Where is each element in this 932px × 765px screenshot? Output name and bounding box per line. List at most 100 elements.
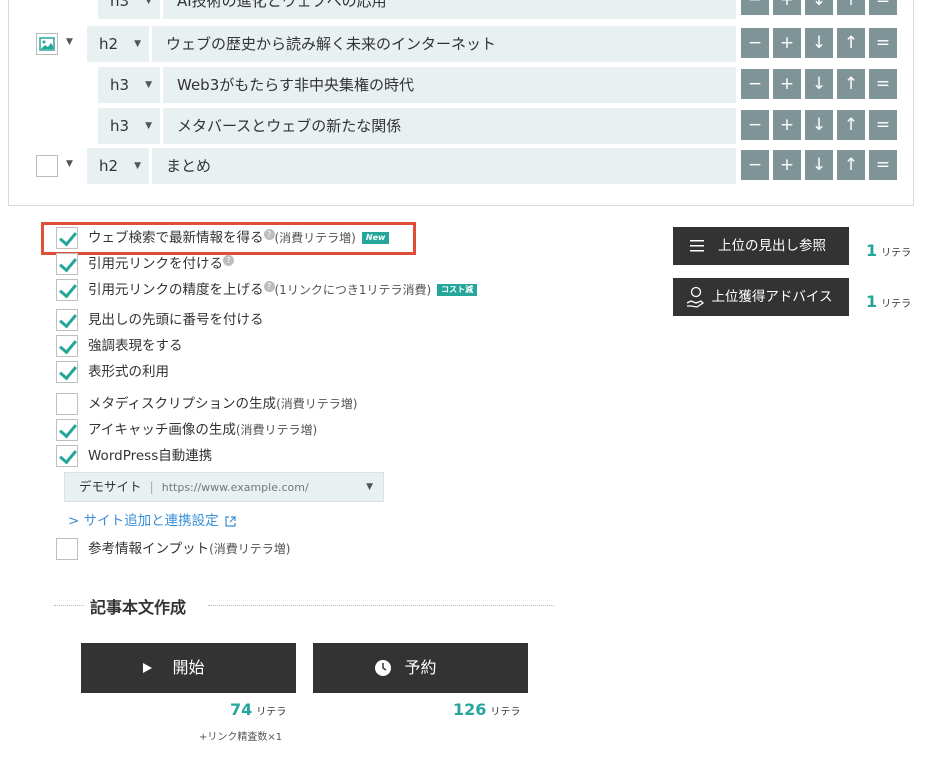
outline-row: ▼ h2 ▼ まとめ − + ↓ ↑ = [0, 148, 932, 184]
add-button[interactable]: + [773, 0, 801, 15]
checkbox[interactable] [56, 419, 78, 441]
option-label: 参考情報インプット(消費リテラ増) [88, 538, 290, 560]
cost-number: 74 [230, 700, 253, 719]
move-up-button[interactable]: ↑ [837, 69, 865, 99]
option-text: 引用元リンクを付ける [88, 256, 223, 272]
checkbox[interactable] [56, 361, 78, 383]
site-name: デモサイト [79, 479, 142, 494]
remove-button[interactable]: − [741, 110, 769, 140]
checkbox[interactable] [56, 393, 78, 415]
drag-handle-button[interactable]: = [869, 28, 897, 58]
drag-handle-button[interactable]: = [869, 0, 897, 15]
remove-button[interactable]: − [741, 150, 769, 180]
external-link-icon [225, 515, 236, 527]
option-note: (1リンクにつき1リテラ消費) [274, 283, 432, 297]
option-label: 表形式の利用 [88, 364, 169, 380]
image-toggle[interactable] [36, 33, 58, 55]
outline-row: h3 ▼ AI技術の進化とウェブへの応用 − + ↓ ↑ = [0, 0, 932, 19]
help-icon[interactable]: ? [263, 229, 275, 240]
move-up-button[interactable]: ↑ [837, 28, 865, 58]
level-label: h3 [110, 76, 130, 94]
level-select[interactable]: h2 ▼ [87, 148, 149, 184]
chevron-down-icon[interactable]: ▼ [66, 37, 73, 47]
move-up-button[interactable]: ↑ [837, 0, 865, 15]
section-title: 記事本文作成 [86, 594, 191, 618]
clock-icon [375, 660, 391, 676]
remove-button[interactable]: − [741, 69, 769, 99]
cost-unit: リテラ [490, 707, 521, 718]
hand-coin-icon [686, 286, 705, 308]
checkbox[interactable] [56, 253, 78, 275]
add-button[interactable]: + [773, 28, 801, 58]
level-select[interactable]: h3 ▼ [98, 0, 160, 19]
remove-button[interactable]: − [741, 0, 769, 15]
level-label: h3 [110, 117, 130, 135]
ranking-advice-button[interactable]: 上位獲得アドバイス [673, 278, 849, 316]
play-icon [143, 663, 152, 673]
heading-input[interactable]: Web3がもたらす非中央集権の時代 [163, 67, 736, 103]
option-text: 参考情報インプット [88, 541, 210, 557]
heading-input[interactable]: メタバースとウェブの新たな関係 [163, 108, 736, 144]
option-label: 強調表現をする [88, 338, 183, 354]
option-note: (消費リテラ増) [274, 231, 356, 245]
help-icon[interactable]: ? [263, 281, 275, 292]
button-label: 上位の見出し参照 [718, 238, 826, 254]
chevron-down-icon[interactable]: ▼ [66, 159, 73, 169]
checkbox[interactable] [56, 309, 78, 331]
heading-input[interactable]: AI技術の進化とウェブへの応用 [163, 0, 736, 19]
move-down-button[interactable]: ↓ [805, 110, 833, 140]
checkbox[interactable] [56, 538, 78, 560]
button-label: 上位獲得アドバイス [711, 289, 833, 305]
cost-number: 1 [866, 292, 878, 311]
chevron-down-icon: ▼ [145, 0, 152, 6]
section-divider [54, 605, 84, 606]
reserve-button[interactable]: 予約 [313, 643, 528, 693]
start-cost: 74 リテラ [230, 700, 286, 719]
checkbox[interactable] [56, 227, 78, 249]
add-button[interactable]: + [773, 150, 801, 180]
image-toggle[interactable] [36, 155, 58, 177]
option-note: (消費リテラ増) [276, 397, 358, 411]
option-label: ウェブ検索で最新情報を得る? (消費リテラ増) New [88, 227, 390, 249]
section-divider [208, 605, 554, 606]
start-button[interactable]: 開始 [81, 643, 296, 693]
link-text: > サイト追加と連携設定 [68, 513, 219, 529]
move-up-button[interactable]: ↑ [837, 110, 865, 140]
option-note: (消費リテラ増) [209, 542, 291, 556]
drag-handle-button[interactable]: = [869, 69, 897, 99]
move-up-button[interactable]: ↑ [837, 150, 865, 180]
add-button[interactable]: + [773, 110, 801, 140]
level-select[interactable]: h2 ▼ [87, 26, 149, 62]
drag-handle-button[interactable]: = [869, 150, 897, 180]
move-down-button[interactable]: ↓ [805, 150, 833, 180]
option-label: メタディスクリプションの生成(消費リテラ増) [88, 393, 357, 415]
cost-down-badge: コスト減 [437, 284, 478, 296]
move-down-button[interactable]: ↓ [805, 69, 833, 99]
cost-unit: リテラ [881, 299, 912, 310]
site-settings-link[interactable]: > サイト追加と連携設定 [68, 509, 236, 529]
new-badge: New [361, 232, 390, 244]
remove-button[interactable]: − [741, 28, 769, 58]
ref-cost: 1 リテラ [866, 241, 911, 260]
list-icon [690, 240, 704, 252]
drag-handle-button[interactable]: = [869, 110, 897, 140]
move-down-button[interactable]: ↓ [805, 28, 833, 58]
outline-row: h3 ▼ メタバースとウェブの新たな関係 − + ↓ ↑ = [0, 108, 932, 144]
chevron-down-icon: ▼ [145, 121, 152, 131]
level-select[interactable]: h3 ▼ [98, 67, 160, 103]
add-button[interactable]: + [773, 69, 801, 99]
heading-input[interactable]: まとめ [152, 148, 736, 184]
level-label: h2 [99, 35, 119, 53]
move-down-button[interactable]: ↓ [805, 0, 833, 15]
site-select[interactable]: デモサイト | https://www.example.com/ ▼ [64, 472, 384, 502]
checkbox[interactable] [56, 279, 78, 301]
option-text: 引用元リンクの精度を上げる [88, 282, 264, 298]
checkbox[interactable] [56, 445, 78, 467]
checkbox[interactable] [56, 335, 78, 357]
level-label: h3 [110, 0, 130, 10]
reference-headings-button[interactable]: 上位の見出し参照 [673, 227, 849, 265]
image-icon [39, 37, 55, 51]
heading-input[interactable]: ウェブの歴史から読み解く未来のインターネット [152, 26, 736, 62]
help-icon[interactable]: ? [223, 255, 234, 266]
level-select[interactable]: h3 ▼ [98, 108, 160, 144]
